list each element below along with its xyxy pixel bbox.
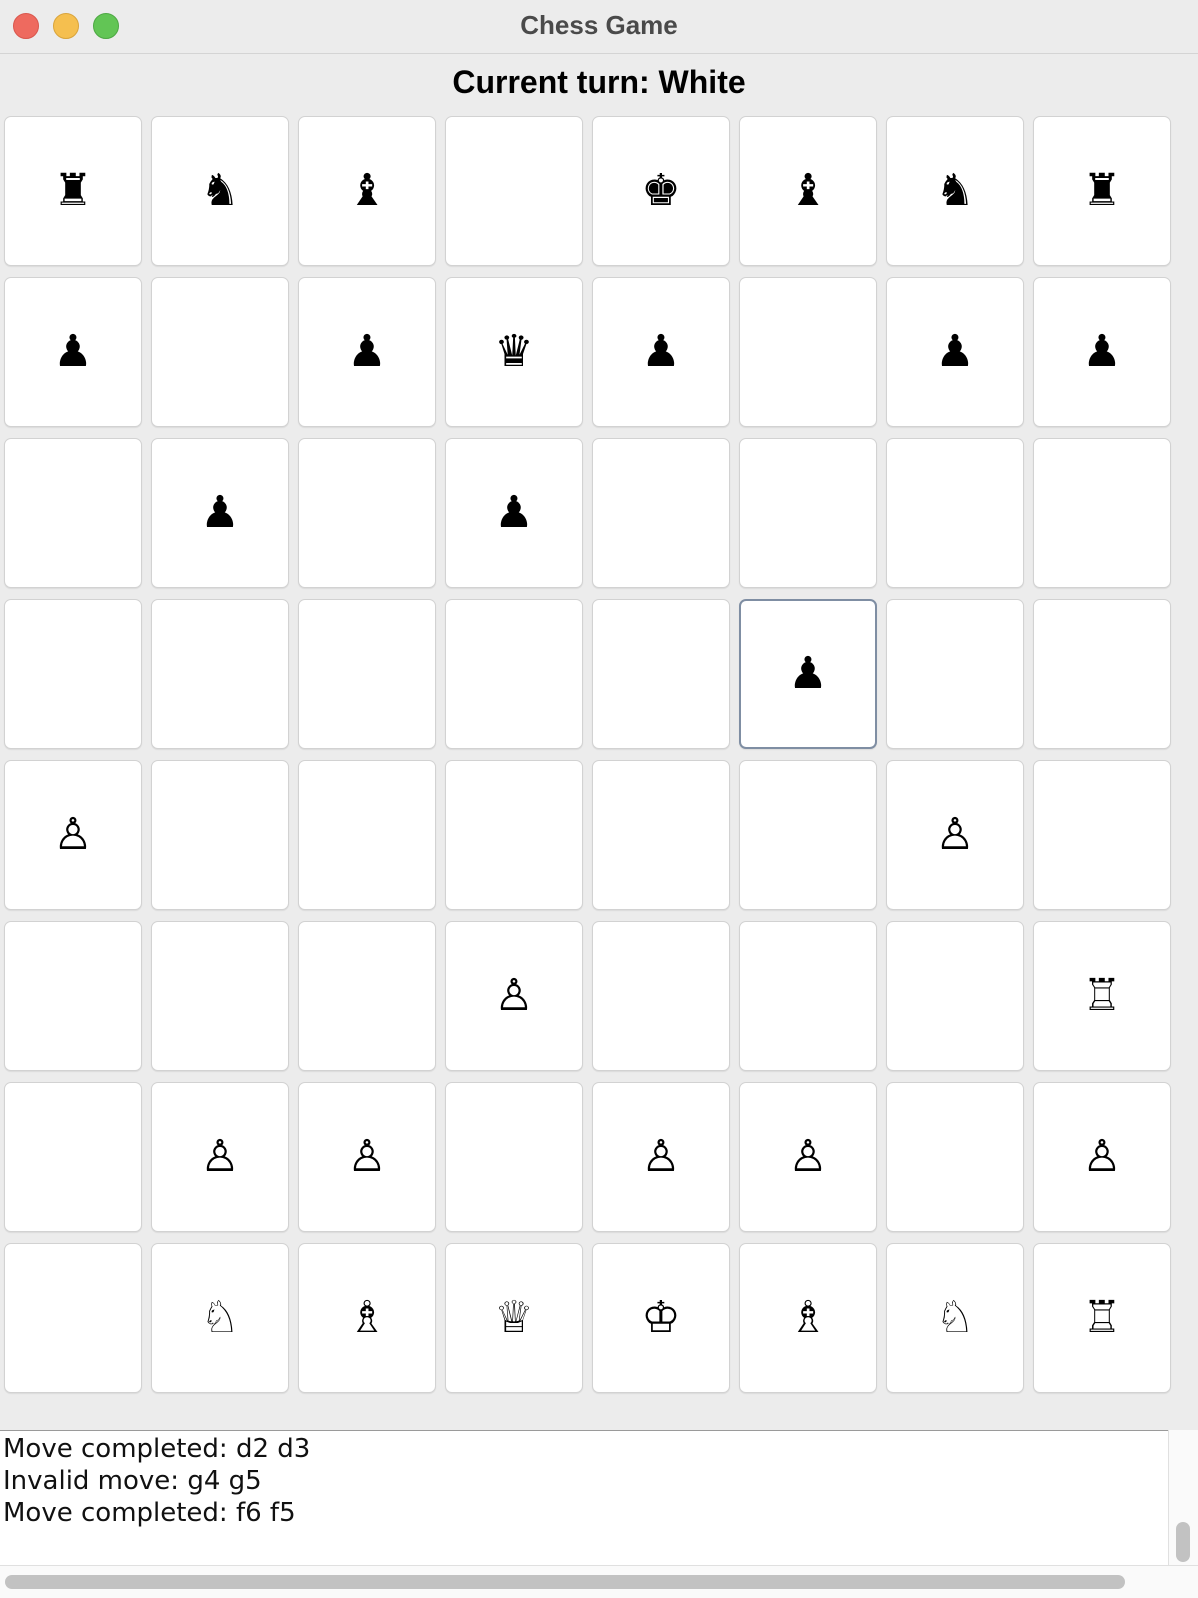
square-c5[interactable] — [298, 599, 436, 749]
square-d3[interactable]: ♙ — [445, 921, 583, 1071]
square-b4[interactable] — [151, 760, 289, 910]
vertical-scroll-thumb[interactable] — [1176, 1522, 1190, 1562]
square-d7[interactable]: ♛ — [445, 277, 583, 427]
square-e3[interactable] — [592, 921, 730, 1071]
square-a2[interactable] — [4, 1082, 142, 1232]
square-c7[interactable]: ♟ — [298, 277, 436, 427]
window-title: Chess Game — [520, 10, 678, 40]
square-a5[interactable] — [4, 599, 142, 749]
square-f1[interactable]: ♗ — [739, 1243, 877, 1393]
square-c2[interactable]: ♙ — [298, 1082, 436, 1232]
square-d2[interactable] — [445, 1082, 583, 1232]
square-b1[interactable]: ♘ — [151, 1243, 289, 1393]
square-b3[interactable] — [151, 921, 289, 1071]
square-g7[interactable]: ♟ — [886, 277, 1024, 427]
square-d1[interactable]: ♕ — [445, 1243, 583, 1393]
square-b7[interactable] — [151, 277, 289, 427]
square-a8[interactable]: ♜ — [4, 116, 142, 266]
square-d4[interactable] — [445, 760, 583, 910]
square-e1[interactable]: ♔ — [592, 1243, 730, 1393]
log-line: Invalid move: g4 g5 — [3, 1466, 262, 1496]
square-c8[interactable]: ♝ — [298, 116, 436, 266]
title-bar: Chess Game — [0, 0, 1198, 54]
square-h4[interactable] — [1033, 760, 1171, 910]
square-h8[interactable]: ♜ — [1033, 116, 1171, 266]
current-turn-label: Current turn: White — [452, 64, 746, 100]
square-d6[interactable]: ♟ — [445, 438, 583, 588]
square-h7[interactable]: ♟ — [1033, 277, 1171, 427]
log-line: Move completed: f6 f5 — [3, 1498, 296, 1528]
square-e8[interactable]: ♚ — [592, 116, 730, 266]
square-a4[interactable]: ♙ — [4, 760, 142, 910]
square-b5[interactable] — [151, 599, 289, 749]
log-line: Move completed: d2 d3 — [3, 1434, 311, 1464]
square-h6[interactable] — [1033, 438, 1171, 588]
square-g6[interactable] — [886, 438, 1024, 588]
square-c6[interactable] — [298, 438, 436, 588]
vertical-scrollbar[interactable] — [1168, 1430, 1198, 1565]
chess-board: ♜ ♞ ♝ ♚ ♝ ♞ ♜ ♟ ♟ ♛ ♟ ♟ ♟ ♟ ♟ ♟ ♙ ♙ ♙ ♖ ♙ ♙ ♙ ♙ ♙ ♘ ♗ ♕ ♔ ♗ ♘ ♖ — [0, 116, 1198, 1420]
square-a7[interactable]: ♟ — [4, 277, 142, 427]
square-d5[interactable] — [445, 599, 583, 749]
square-e7[interactable]: ♟ — [592, 277, 730, 427]
square-f8[interactable]: ♝ — [739, 116, 877, 266]
move-log[interactable]: Move completed: d2 d3 Invalid move: g4 g… — [0, 1430, 1168, 1565]
square-e4[interactable] — [592, 760, 730, 910]
square-c3[interactable] — [298, 921, 436, 1071]
square-b6[interactable]: ♟ — [151, 438, 289, 588]
square-f6[interactable] — [739, 438, 877, 588]
square-h1[interactable]: ♖ — [1033, 1243, 1171, 1393]
square-g2[interactable] — [886, 1082, 1024, 1232]
square-f3[interactable] — [739, 921, 877, 1071]
square-f5[interactable]: ♟ — [739, 599, 877, 749]
square-e6[interactable] — [592, 438, 730, 588]
square-f7[interactable] — [739, 277, 877, 427]
horizontal-scroll-thumb[interactable] — [5, 1575, 1125, 1589]
square-a3[interactable] — [4, 921, 142, 1071]
square-g4[interactable]: ♙ — [886, 760, 1024, 910]
square-d8[interactable] — [445, 116, 583, 266]
square-h3[interactable]: ♖ — [1033, 921, 1171, 1071]
square-a1[interactable] — [4, 1243, 142, 1393]
square-e2[interactable]: ♙ — [592, 1082, 730, 1232]
square-b2[interactable]: ♙ — [151, 1082, 289, 1232]
square-a6[interactable] — [4, 438, 142, 588]
square-g5[interactable] — [886, 599, 1024, 749]
square-f4[interactable] — [739, 760, 877, 910]
horizontal-scrollbar[interactable] — [0, 1565, 1198, 1598]
square-c4[interactable] — [298, 760, 436, 910]
square-h5[interactable] — [1033, 599, 1171, 749]
square-c1[interactable]: ♗ — [298, 1243, 436, 1393]
square-e5[interactable] — [592, 599, 730, 749]
square-g3[interactable] — [886, 921, 1024, 1071]
square-g1[interactable]: ♘ — [886, 1243, 1024, 1393]
square-b8[interactable]: ♞ — [151, 116, 289, 266]
square-f2[interactable]: ♙ — [739, 1082, 877, 1232]
square-g8[interactable]: ♞ — [886, 116, 1024, 266]
square-h2[interactable]: ♙ — [1033, 1082, 1171, 1232]
